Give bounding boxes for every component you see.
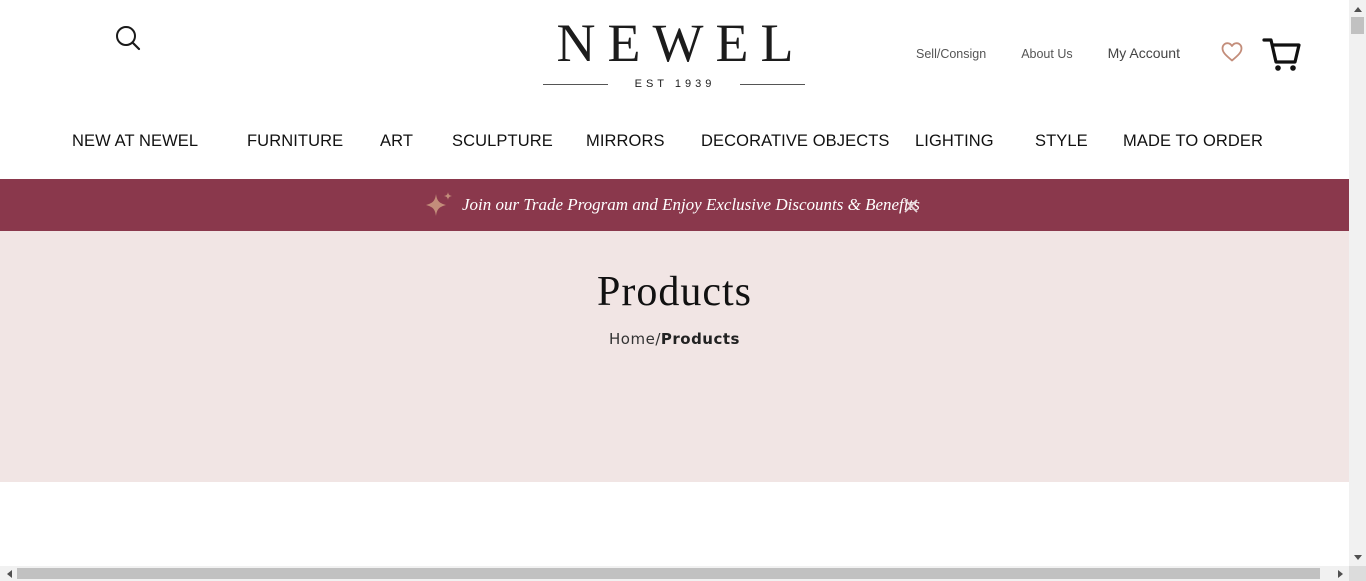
nav-lighting[interactable]: LIGHTING [915,132,994,151]
banner-close-button[interactable] [902,197,920,215]
banner-content: Join our Trade Program and Enjoy Exclusi… [424,179,920,231]
utility-links: Sell/Consign About Us My Account [916,45,1180,62]
wishlist-button[interactable] [1220,40,1244,64]
arrow-left-icon [6,569,12,578]
horizontal-scrollbar[interactable] [0,566,1349,581]
nav-art[interactable]: ART [380,132,413,151]
search-button[interactable] [114,24,142,52]
scroll-right-arrow[interactable] [1332,566,1349,581]
horizontal-scroll-thumb[interactable] [17,568,1320,579]
trade-program-banner[interactable]: Join our Trade Program and Enjoy Exclusi… [0,179,1349,231]
cart-button[interactable] [1262,36,1302,74]
heart-icon [1221,42,1243,62]
scrollbar-corner [1349,566,1366,581]
scroll-down-arrow[interactable] [1349,549,1366,566]
site-header: NEWEL EST 1939 Sell/Consign About Us My … [0,0,1349,179]
breadcrumb-current: Products [660,330,740,348]
page-hero: Products Home/Products [0,231,1349,482]
cart-icon [1262,38,1301,71]
breadcrumb: Home/Products [0,330,1349,348]
scroll-left-arrow[interactable] [0,566,17,581]
scroll-up-arrow[interactable] [1349,0,1366,17]
arrow-up-icon [1353,6,1362,12]
nav-sculpture[interactable]: SCULPTURE [452,132,553,151]
page-title: Products [597,269,752,315]
nav-made-to-order[interactable]: MADE TO ORDER [1123,132,1263,151]
sparkle-icon [426,192,452,216]
about-us-link[interactable]: About Us [1021,47,1072,61]
logo-divider-right [740,84,805,85]
close-icon [904,199,918,213]
logo-wordmark: NEWEL [556,13,806,73]
vertical-scroll-thumb[interactable] [1351,17,1364,34]
vertical-scrollbar[interactable] [1349,0,1366,566]
nav-furniture[interactable]: FURNITURE [247,132,343,151]
search-icon [116,26,141,51]
nav-mirrors[interactable]: MIRRORS [586,132,665,151]
breadcrumb-home[interactable]: Home [609,330,655,348]
banner-text: Join our Trade Program and Enjoy Exclusi… [462,195,920,214]
arrow-right-icon [1337,569,1343,578]
my-account-link[interactable]: My Account [1108,45,1180,61]
arrow-down-icon [1353,554,1362,560]
main-nav: NEW AT NEWEL FURNITURE ART SCULPTURE MIR… [0,132,1349,156]
page: NEWEL EST 1939 Sell/Consign About Us My … [0,0,1349,566]
nav-new-at-newel[interactable]: NEW AT NEWEL [72,132,198,151]
logo[interactable]: NEWEL EST 1939 [543,16,807,92]
nav-style[interactable]: STYLE [1035,132,1088,151]
sell-consign-link[interactable]: Sell/Consign [916,47,986,61]
nav-decorative-objects[interactable]: DECORATIVE OBJECTS [701,132,890,151]
